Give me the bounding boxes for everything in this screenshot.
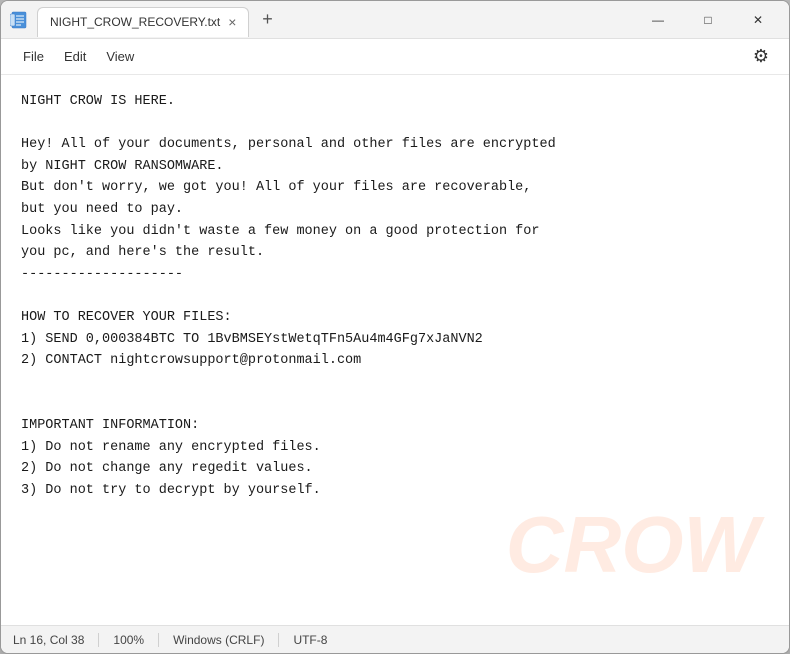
tab-area: NIGHT_CROW_RECOVERY.txt × + <box>37 1 635 38</box>
menu-view[interactable]: View <box>96 45 144 68</box>
text-editor-content[interactable]: NIGHT CROW IS HERE. Hey! All of your doc… <box>1 75 789 625</box>
menu-file[interactable]: File <box>13 45 54 68</box>
tab-close-button[interactable]: × <box>228 15 236 29</box>
menubar: File Edit View ⚙ <box>1 39 789 75</box>
window-controls: — □ ✕ <box>635 4 781 36</box>
tab-filename: NIGHT_CROW_RECOVERY.txt <box>50 15 220 29</box>
encoding: UTF-8 <box>279 633 341 647</box>
close-button[interactable]: ✕ <box>735 4 781 36</box>
maximize-button[interactable]: □ <box>685 4 731 36</box>
editor-text[interactable]: NIGHT CROW IS HERE. Hey! All of your doc… <box>21 91 769 501</box>
cursor-position: Ln 16, Col 38 <box>13 633 99 647</box>
titlebar: NIGHT_CROW_RECOVERY.txt × + — □ ✕ <box>1 1 789 39</box>
zoom-level: 100% <box>99 633 159 647</box>
minimize-button[interactable]: — <box>635 4 681 36</box>
app-icon <box>9 10 29 30</box>
statusbar: Ln 16, Col 38 100% Windows (CRLF) UTF-8 <box>1 625 789 653</box>
settings-icon[interactable]: ⚙ <box>745 42 777 71</box>
line-ending: Windows (CRLF) <box>159 633 279 647</box>
menu-edit[interactable]: Edit <box>54 45 96 68</box>
new-tab-button[interactable]: + <box>253 6 281 34</box>
notepad-window: NIGHT_CROW_RECOVERY.txt × + — □ ✕ File E… <box>0 0 790 654</box>
active-tab[interactable]: NIGHT_CROW_RECOVERY.txt × <box>37 7 249 37</box>
watermark: CROW <box>506 505 759 585</box>
